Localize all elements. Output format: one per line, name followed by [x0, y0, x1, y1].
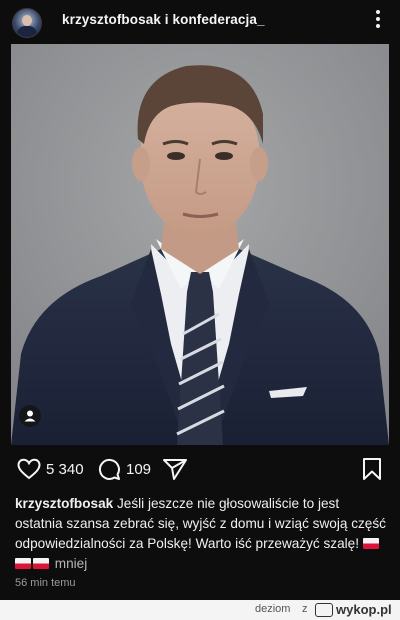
post-header: krzysztofbosak i konfederacja_ [0, 0, 400, 44]
post-caption: krzysztofbosak Jeśli jeszcze nie głosowa… [15, 494, 387, 574]
caption-toggle-link[interactable]: mniej [55, 556, 87, 571]
wykop-mark-icon [315, 603, 333, 617]
instagram-post-screen: krzysztofbosak i konfederacja_ 5 340 109… [0, 0, 400, 600]
avatar-face [22, 15, 32, 26]
post-photo[interactable] [11, 44, 389, 445]
footer-username: deziom [255, 603, 291, 615]
portrait-illustration [11, 44, 389, 445]
wykop-brand-text: wykop.pl [336, 602, 392, 617]
flag-poland-icon [362, 538, 379, 549]
footer-z-label: z [302, 603, 308, 615]
more-vertical-icon[interactable] [372, 8, 384, 30]
watermark-footer: deziom z wykop.pl [0, 600, 400, 620]
post-timestamp: 56 min temu [15, 577, 76, 589]
bookmark-icon[interactable] [361, 457, 383, 481]
comment-count[interactable]: 109 [126, 461, 151, 478]
heart-icon[interactable] [17, 458, 41, 480]
flag-poland-icon [33, 558, 49, 569]
post-actions-bar: 5 340 109 [0, 452, 400, 486]
send-icon[interactable] [162, 457, 188, 481]
caption-author[interactable]: krzysztofbosak [15, 496, 113, 511]
comment-bubble-icon[interactable] [97, 457, 121, 481]
post-username[interactable]: krzysztofbosak i konfederacja_ [62, 12, 265, 27]
wykop-logo: wykop.pl [315, 602, 397, 618]
flag-poland-icon [15, 558, 31, 569]
like-count[interactable]: 5 340 [46, 461, 84, 478]
profile-avatar[interactable] [12, 8, 42, 38]
person-tag-icon[interactable] [19, 405, 41, 427]
avatar-body [17, 26, 37, 37]
